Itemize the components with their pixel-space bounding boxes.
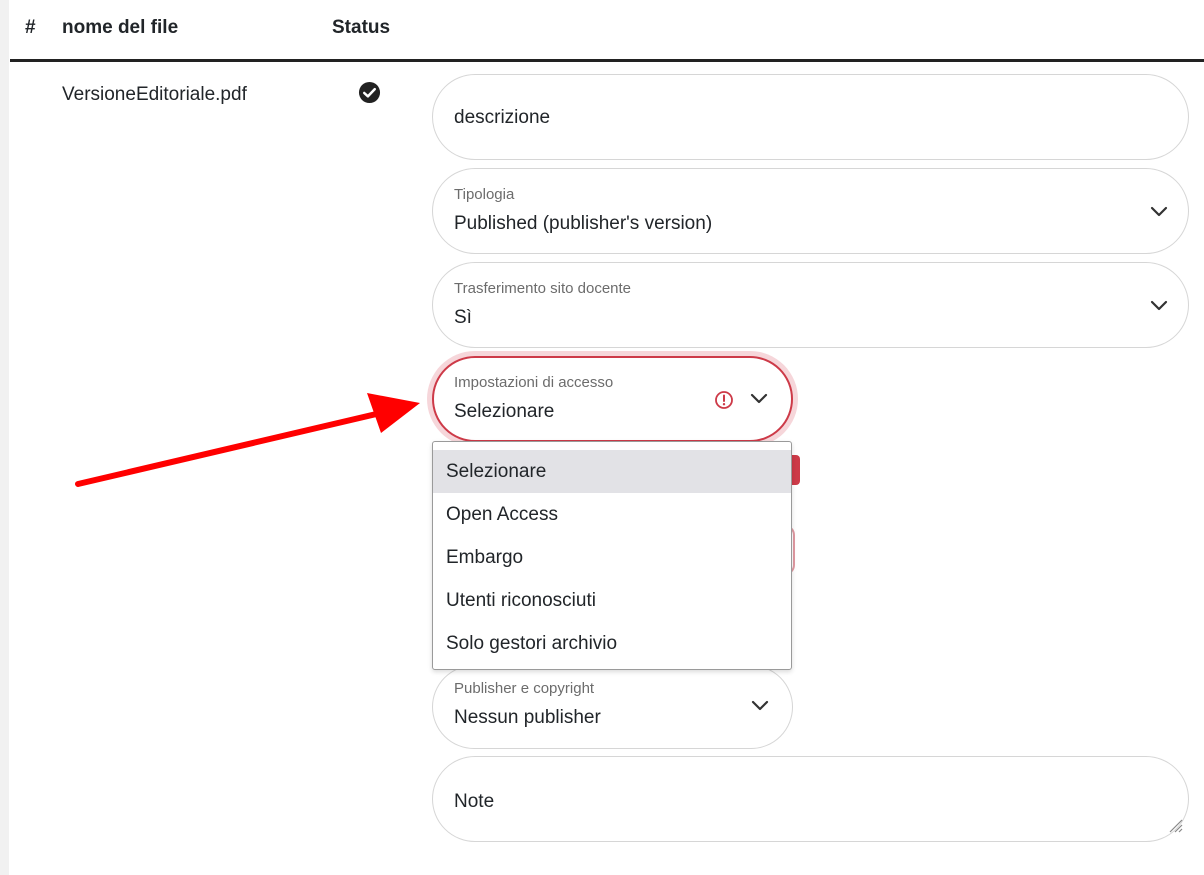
annotation-arrow-icon bbox=[75, 393, 420, 487]
